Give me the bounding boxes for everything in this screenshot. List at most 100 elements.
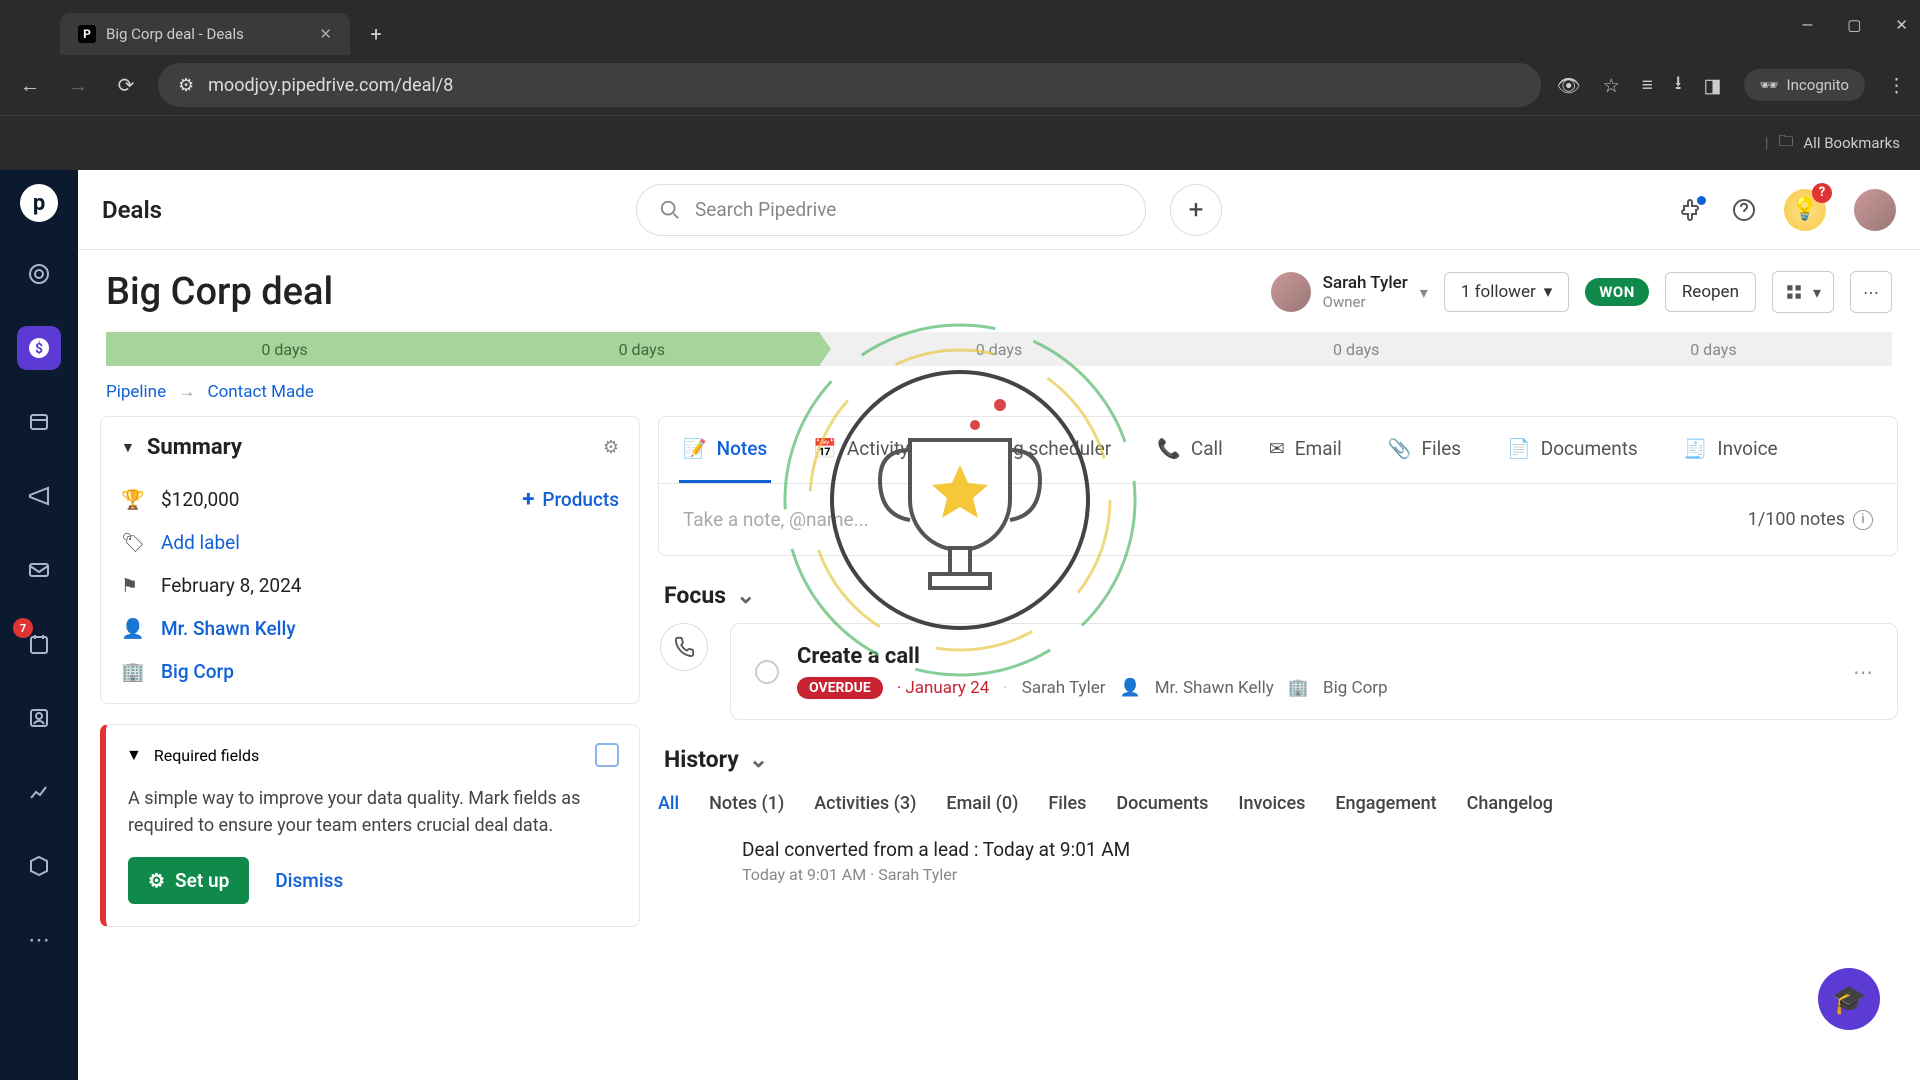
tab-activity[interactable]: 📅Activity (809, 417, 913, 483)
puzzle-icon[interactable] (1680, 198, 1704, 222)
products-link[interactable]: +Products (522, 487, 639, 512)
nav-mail[interactable] (17, 548, 61, 592)
focus-card-title: Create a call (797, 644, 1835, 669)
back-button[interactable]: ← (14, 69, 46, 101)
search-input[interactable]: Search Pipedrive (636, 184, 1146, 236)
info-icon[interactable]: i (1853, 510, 1873, 530)
summary-value-row: 🏆 $120,000 (101, 478, 522, 521)
tab-scheduler[interactable]: Meeting scheduler (951, 417, 1115, 483)
nav-insights[interactable] (17, 770, 61, 814)
hist-tab-engagement[interactable]: Engagement (1335, 793, 1436, 814)
maximize-icon[interactable]: ▢ (1847, 16, 1861, 34)
focus-card[interactable]: Create a call OVERDUE · January 24 · Sar… (730, 623, 1898, 720)
chevron-down-icon: ⌄ (749, 746, 768, 773)
playlist-icon[interactable]: ≡ (1642, 73, 1653, 97)
hist-tab-email[interactable]: Email (0) (946, 793, 1018, 814)
sidepanel-icon[interactable]: ◨ (1704, 74, 1722, 97)
tabs-panel: 📝Notes 📅Activity Meeting scheduler 📞Call… (658, 416, 1898, 556)
help-icon[interactable] (1732, 198, 1756, 222)
overdue-badge: OVERDUE (797, 677, 883, 699)
nav-contacts[interactable] (17, 696, 61, 740)
summary-org-row[interactable]: 🏢 Big Corp (101, 650, 639, 703)
hist-tab-documents[interactable]: Documents (1116, 793, 1208, 814)
download-icon[interactable]: ⭳ (1675, 69, 1682, 101)
summary-contact-row[interactable]: 👤 Mr. Shawn Kelly (101, 607, 639, 650)
add-label-text: Add label (161, 531, 240, 554)
browser-menu-icon[interactable]: ⋮ (1887, 74, 1906, 97)
dismiss-button[interactable]: Dismiss (275, 869, 343, 892)
owner-role: Owner (1323, 293, 1408, 311)
breadcrumb-stage[interactable]: Contact Made (208, 382, 314, 402)
history-header[interactable]: History ⌄ (658, 720, 1898, 787)
tab-notes[interactable]: 📝Notes (679, 417, 771, 483)
close-tab-icon[interactable]: ✕ (319, 25, 332, 43)
tab-label: Documents (1541, 437, 1638, 460)
hist-tab-changelog[interactable]: Changelog (1467, 793, 1553, 814)
setup-button[interactable]: ⚙Set up (128, 857, 249, 904)
more-button[interactable]: ⋯ (1850, 271, 1892, 313)
user-avatar[interactable] (1854, 189, 1896, 231)
invoice-icon: 🧾 (1684, 437, 1708, 460)
tab-documents[interactable]: 📄 Documents (1503, 417, 1642, 483)
stage-4[interactable]: 0 days (1178, 332, 1535, 366)
browser-tab[interactable]: P Big Corp deal - Deals ✕ (60, 13, 350, 55)
followers-button[interactable]: 1 follower▾ (1444, 272, 1569, 312)
reopen-button[interactable]: Reopen (1665, 272, 1756, 312)
stage-label: 0 days (1690, 340, 1736, 359)
all-bookmarks-link[interactable]: All Bookmarks (1803, 134, 1900, 152)
document-icon: 📄 (1507, 437, 1531, 460)
stage-2[interactable]: 0 days (463, 332, 820, 366)
hist-tab-invoices[interactable]: Invoices (1238, 793, 1305, 814)
incognito-badge[interactable]: 🕶 Incognito (1744, 69, 1866, 101)
history-title: History (664, 746, 739, 773)
stage-1[interactable]: 0 days (106, 332, 463, 366)
tab-files[interactable]: 📎Files (1384, 417, 1465, 483)
help-fab[interactable]: 🎓 (1818, 968, 1880, 1030)
gear-icon[interactable]: ⚙ (603, 437, 619, 458)
hist-tab-activities[interactable]: Activities (3) (814, 793, 916, 814)
focus-header[interactable]: Focus⌄ (658, 556, 1898, 623)
history-tabs: All Notes (1) Activities (3) Email (0) F… (658, 787, 1898, 832)
close-window-icon[interactable]: ✕ (1895, 16, 1908, 34)
required-checkbox[interactable] (595, 743, 619, 767)
chevron-down-icon: ⌄ (736, 582, 755, 609)
layout-button[interactable]: ▾ (1772, 271, 1834, 313)
hist-tab-files[interactable]: Files (1048, 793, 1086, 814)
add-button[interactable]: + (1170, 184, 1222, 236)
nav-deals[interactable]: $ (17, 326, 61, 370)
hist-tab-all[interactable]: All (658, 793, 679, 814)
required-header[interactable]: ▼ Required fields (106, 725, 639, 785)
summary-header[interactable]: ▼ Summary ⚙ (101, 417, 639, 478)
site-settings-icon[interactable]: ⚙ (178, 75, 194, 96)
nav-more[interactable]: ⋯ (17, 918, 61, 962)
new-tab-button[interactable]: + (358, 16, 394, 52)
stage-5[interactable]: 0 days (1535, 332, 1892, 366)
breadcrumb-pipeline[interactable]: Pipeline (106, 382, 166, 402)
tab-call[interactable]: 📞Call (1153, 417, 1227, 483)
nav-leads[interactable] (17, 252, 61, 296)
nav-activities[interactable]: 7 (17, 622, 61, 666)
minimize-icon[interactable]: — (1802, 16, 1814, 34)
notifications-bulb[interactable]: 💡? (1784, 189, 1826, 231)
tab-email[interactable]: ✉Email (1265, 417, 1346, 483)
add-label-row[interactable]: 🏷 Add label (101, 521, 639, 564)
nav-products[interactable] (17, 844, 61, 888)
pipedrive-logo[interactable]: p (20, 184, 58, 222)
focus-checkbox[interactable] (755, 660, 779, 684)
forward-button[interactable]: → (62, 69, 94, 101)
eye-off-icon[interactable]: 👁 (1557, 74, 1581, 97)
tab-invoice[interactable]: 🧾Invoice (1680, 417, 1782, 483)
nav-projects[interactable] (17, 400, 61, 444)
top-bar: Deals Search Pipedrive + 💡? (78, 170, 1920, 250)
stage-3[interactable]: 0 days (820, 332, 1177, 366)
hist-tab-notes[interactable]: Notes (1) (709, 793, 784, 814)
favicon-pipedrive: P (78, 25, 96, 43)
reload-button[interactable]: ⟳ (110, 69, 142, 101)
focus-more-icon[interactable]: ⋯ (1853, 660, 1873, 684)
nav-campaigns[interactable] (17, 474, 61, 518)
chevron-down-icon: ▾ (1544, 282, 1553, 302)
note-input[interactable]: Take a note, @name... 1/100 notesi (659, 484, 1897, 555)
owner-block[interactable]: Sarah Tyler Owner ▾ (1271, 272, 1428, 312)
url-input[interactable]: ⚙ moodjoy.pipedrive.com/deal/8 (158, 63, 1541, 107)
bookmark-star-icon[interactable]: ☆ (1603, 74, 1620, 97)
